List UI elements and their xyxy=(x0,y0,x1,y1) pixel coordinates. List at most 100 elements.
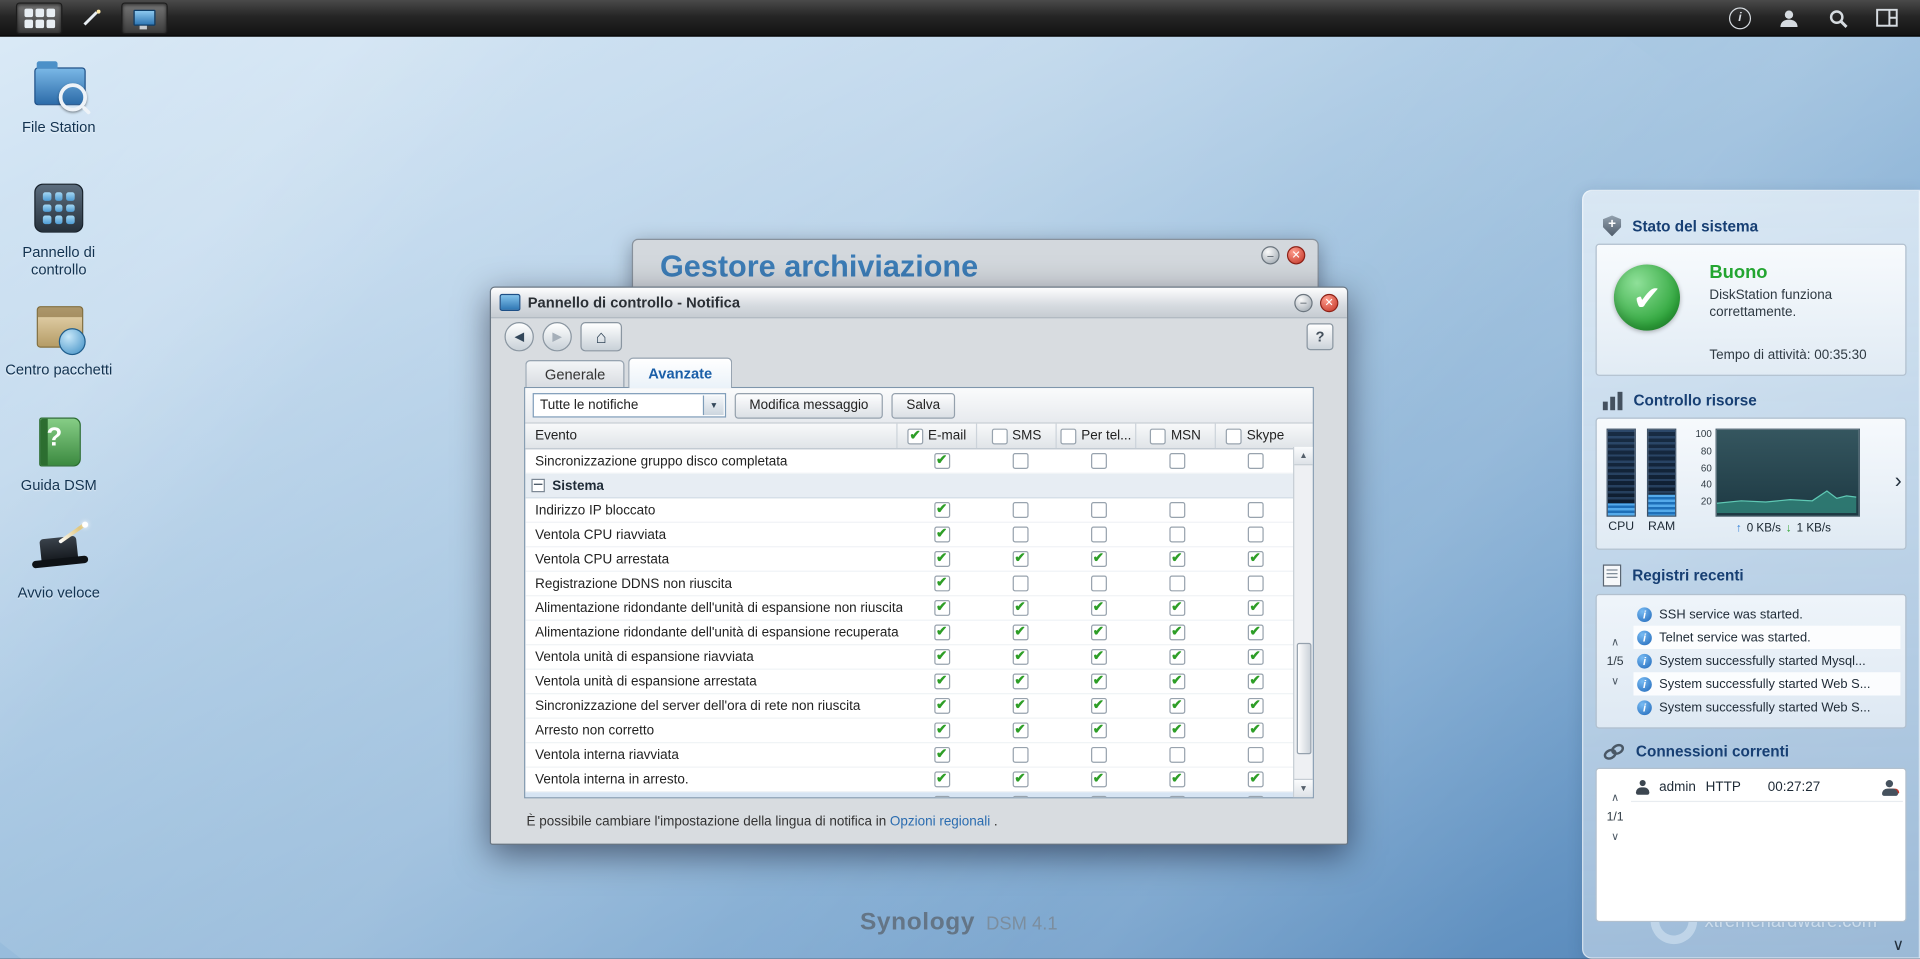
notify-checkbox[interactable]: ✔ xyxy=(1169,771,1185,787)
notify-checkbox[interactable] xyxy=(1090,576,1106,592)
notify-checkbox[interactable] xyxy=(1090,527,1106,543)
notify-checkbox[interactable]: ✔ xyxy=(1169,698,1185,714)
user-button[interactable] xyxy=(1776,4,1803,31)
log-entry[interactable]: iSSH service was started. xyxy=(1633,602,1900,625)
event-row[interactable]: Indirizzo IP bloccato✔ xyxy=(525,498,1294,522)
log-entry[interactable]: iSystem successfully started Web S... xyxy=(1633,696,1900,719)
column-header-sms[interactable]: SMS xyxy=(977,424,1057,448)
notify-checkbox[interactable]: ✔ xyxy=(1090,551,1106,567)
notify-checkbox[interactable] xyxy=(1247,502,1263,518)
notify-checkbox[interactable]: ✔ xyxy=(1247,698,1263,714)
notify-checkbox[interactable] xyxy=(1247,453,1263,469)
notify-checkbox[interactable]: ✔ xyxy=(934,747,950,763)
notify-checkbox[interactable]: ✔ xyxy=(934,722,950,738)
close-button[interactable]: ✕ xyxy=(1287,246,1305,264)
notify-checkbox[interactable]: ✔ xyxy=(934,527,950,543)
notify-checkbox[interactable]: ✔ xyxy=(1247,624,1263,640)
notify-checkbox[interactable]: ✔ xyxy=(1247,600,1263,616)
disconnect-icon[interactable] xyxy=(1882,779,1898,795)
event-row[interactable]: Ventola CPU riavviata✔ xyxy=(525,523,1294,547)
desktop-icon-dsm-help[interactable]: ? Guida DSM xyxy=(2,411,115,493)
quick-start-button[interactable] xyxy=(70,3,114,32)
event-row[interactable]: Sincronizzazione gruppo disco completata… xyxy=(525,449,1294,473)
event-row[interactable]: Ventola CPU arrestata✔✔✔✔✔ xyxy=(525,547,1294,571)
notify-checkbox[interactable] xyxy=(1247,576,1263,592)
column-header-pertel[interactable]: Per tel... xyxy=(1057,424,1137,448)
event-row[interactable]: Alimentazione ridondante dell'unità di e… xyxy=(525,596,1294,620)
help-button[interactable]: ? xyxy=(1307,323,1334,350)
event-row[interactable]: Registrazione DDNS non riuscita✔ xyxy=(525,572,1294,596)
back-button[interactable]: ◀ xyxy=(504,322,533,351)
log-entry[interactable]: iSystem successfully started Mysql... xyxy=(1633,649,1900,672)
notify-checkbox[interactable]: ✔ xyxy=(1012,624,1028,640)
notify-checkbox[interactable]: ✔ xyxy=(934,453,950,469)
notify-checkbox[interactable]: ✔ xyxy=(1247,551,1263,567)
sidebar-scroll-down-chevron[interactable]: ∨ xyxy=(1892,936,1904,956)
notify-checkbox[interactable]: ✔ xyxy=(1090,649,1106,665)
column-header-email[interactable]: ✔E-mail xyxy=(898,424,978,448)
notify-checkbox[interactable]: ✔ xyxy=(1169,551,1185,567)
notify-checkbox[interactable]: ✔ xyxy=(1012,771,1028,787)
notify-checkbox[interactable]: ✔ xyxy=(934,698,950,714)
column-select-checkbox[interactable] xyxy=(1150,428,1166,444)
column-header-skype[interactable]: Skype xyxy=(1216,424,1294,448)
notify-checkbox[interactable]: ✔ xyxy=(934,551,950,567)
event-row[interactable]: Spegnimento per surriscaldamento✔✔✔✔✔ xyxy=(525,792,1294,797)
edit-message-button[interactable]: Modifica messaggio xyxy=(735,392,883,418)
connections-page-down-button[interactable]: ∨ xyxy=(1611,830,1619,843)
logs-page-down-button[interactable]: ∨ xyxy=(1611,674,1619,687)
open-window-task-button[interactable] xyxy=(121,2,168,34)
notify-checkbox[interactable]: ✔ xyxy=(1012,649,1028,665)
notify-checkbox[interactable]: ✔ xyxy=(1090,722,1106,738)
log-entry[interactable]: iTelnet service was started. xyxy=(1633,626,1900,649)
notify-checkbox[interactable] xyxy=(1090,747,1106,763)
notify-checkbox[interactable]: ✔ xyxy=(1247,673,1263,689)
notify-checkbox[interactable] xyxy=(1012,576,1028,592)
event-row[interactable]: Arresto non corretto✔✔✔✔✔ xyxy=(525,719,1294,743)
event-row[interactable]: Ventola interna riavviata✔ xyxy=(525,743,1294,767)
search-button[interactable] xyxy=(1824,4,1851,31)
notify-checkbox[interactable] xyxy=(1247,527,1263,543)
connection-row[interactable]: admin HTTP 00:27:27 xyxy=(1631,774,1903,802)
notify-checkbox[interactable]: ✔ xyxy=(1090,771,1106,787)
notify-checkbox[interactable]: ✔ xyxy=(1012,551,1028,567)
log-entry[interactable]: iSystem successfully started Web S... xyxy=(1633,672,1900,695)
event-row[interactable]: Alimentazione ridondante dell'unità di e… xyxy=(525,621,1294,645)
column-header-evento[interactable]: Evento xyxy=(525,424,897,448)
notify-checkbox[interactable] xyxy=(1169,502,1185,518)
event-row[interactable]: Ventola interna in arresto.✔✔✔✔✔ xyxy=(525,768,1294,792)
notify-checkbox[interactable]: ✔ xyxy=(1090,796,1106,797)
notify-checkbox[interactable] xyxy=(1169,527,1185,543)
column-select-checkbox[interactable] xyxy=(1226,428,1242,444)
vertical-scrollbar[interactable]: ▲ ▼ xyxy=(1293,447,1313,797)
info-button[interactable]: i xyxy=(1727,4,1754,31)
group-row[interactable]: Sistema xyxy=(525,474,1294,498)
connections-page-up-button[interactable]: ∧ xyxy=(1611,791,1619,804)
notify-checkbox[interactable]: ✔ xyxy=(1012,722,1028,738)
event-row[interactable]: Sincronizzazione del server dell'ora di … xyxy=(525,694,1294,718)
resource-next-page-chevron[interactable]: › xyxy=(1895,470,1902,491)
close-button[interactable]: ✕ xyxy=(1320,293,1338,311)
notification-filter-select[interactable]: Tutte le notifiche ▼ xyxy=(533,393,726,417)
home-button[interactable]: ⌂ xyxy=(580,322,622,351)
notify-checkbox[interactable] xyxy=(1169,453,1185,469)
notify-checkbox[interactable]: ✔ xyxy=(1169,624,1185,640)
event-row[interactable]: Ventola unità di espansione riavviata✔✔✔… xyxy=(525,645,1294,669)
notify-checkbox[interactable]: ✔ xyxy=(934,796,950,797)
scroll-up-button[interactable]: ▲ xyxy=(1294,447,1312,465)
notify-checkbox[interactable] xyxy=(1247,747,1263,763)
notify-checkbox[interactable] xyxy=(1169,747,1185,763)
window-titlebar[interactable]: Pannello di controllo - Notifica – ✕ xyxy=(491,288,1347,319)
desktop-icon-package-center[interactable]: Centro pacchetti xyxy=(2,296,115,378)
notify-checkbox[interactable]: ✔ xyxy=(1090,673,1106,689)
notify-checkbox[interactable]: ✔ xyxy=(1012,600,1028,616)
notify-checkbox[interactable]: ✔ xyxy=(934,600,950,616)
desktop-icon-file-station[interactable]: File Station xyxy=(2,54,115,136)
notify-checkbox[interactable]: ✔ xyxy=(1169,722,1185,738)
notify-checkbox[interactable]: ✔ xyxy=(1012,796,1028,797)
logs-page-up-button[interactable]: ∧ xyxy=(1611,635,1619,648)
tab-avanzate[interactable]: Avanzate xyxy=(629,358,732,389)
notify-checkbox[interactable]: ✔ xyxy=(1169,600,1185,616)
notify-checkbox[interactable]: ✔ xyxy=(1169,673,1185,689)
minimize-button[interactable]: – xyxy=(1261,246,1279,264)
